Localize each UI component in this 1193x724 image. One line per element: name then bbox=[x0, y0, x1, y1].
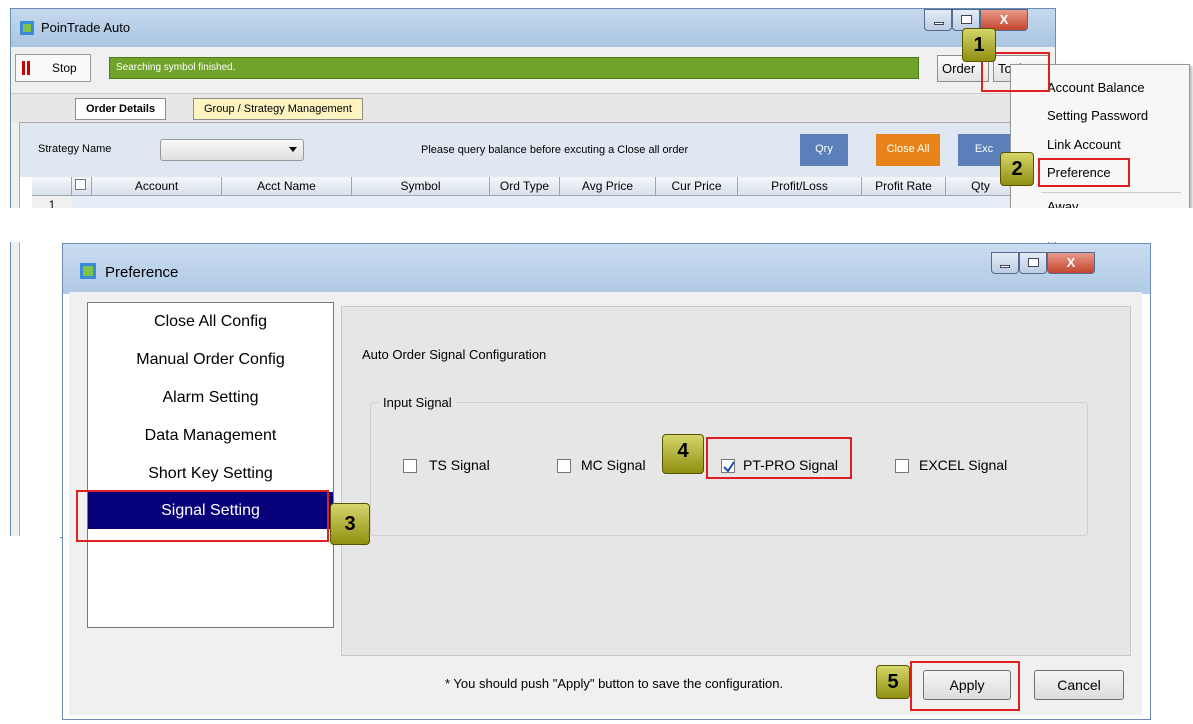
footer-note: * You should push "Apply" button to save… bbox=[445, 676, 784, 691]
cancel-button[interactable]: Cancel bbox=[1034, 670, 1124, 700]
maximize-icon bbox=[961, 15, 972, 24]
close-icon: X bbox=[1066, 255, 1076, 270]
stop-button[interactable]: Stop bbox=[15, 54, 91, 82]
highlight-apply bbox=[910, 661, 1020, 711]
preference-titlebar: Preference X bbox=[63, 244, 1150, 294]
menu-divider bbox=[1041, 192, 1181, 193]
step-badge-1: 1 bbox=[962, 28, 996, 62]
pref-minimize-button[interactable] bbox=[991, 252, 1019, 274]
stop-label: Stop bbox=[52, 61, 77, 75]
main-titlebar: PoinTrade Auto X bbox=[11, 9, 1055, 47]
preference-menu: Close All Config Manual Order Config Ala… bbox=[87, 302, 334, 628]
pref-item-alarm-setting[interactable]: Alarm Setting bbox=[88, 379, 333, 416]
query-message: Please query balance before excuting a C… bbox=[421, 144, 689, 156]
grid-header: Account Acct Name Symbol Ord Type Avg Pr… bbox=[32, 177, 1032, 196]
strategy-select[interactable] bbox=[160, 139, 304, 161]
tab-group-strategy[interactable]: Group / Strategy Management bbox=[193, 98, 363, 120]
pref-item-close-all-config[interactable]: Close All Config bbox=[88, 303, 333, 340]
strategy-name-label: Strategy Name bbox=[38, 143, 112, 155]
status-message: Searching symbol finished. bbox=[109, 57, 919, 79]
col-avg-price[interactable]: Avg Price bbox=[560, 177, 656, 196]
select-all-checkbox[interactable] bbox=[72, 177, 92, 196]
query-bar: Strategy Name Please query balance befor… bbox=[20, 123, 1048, 177]
col-cur-price[interactable]: Cur Price bbox=[656, 177, 738, 196]
step-badge-4: 4 bbox=[662, 434, 704, 474]
minimize-icon bbox=[934, 22, 944, 25]
main-tabs: Order Details Group / Strategy Managemen… bbox=[11, 94, 1055, 122]
backdrop-band bbox=[0, 208, 1193, 242]
pause-icon bbox=[22, 61, 25, 75]
qry-button[interactable]: Qry bbox=[800, 134, 848, 166]
step-badge-5: 5 bbox=[876, 665, 910, 699]
col-acct-name[interactable]: Acct Name bbox=[222, 177, 352, 196]
preference-title: Preference bbox=[105, 264, 179, 281]
section-title: Auto Order Signal Configuration bbox=[362, 347, 547, 362]
highlight-preference bbox=[1038, 158, 1130, 187]
pref-item-data-management[interactable]: Data Management bbox=[88, 417, 333, 454]
col-account[interactable]: Account bbox=[92, 177, 222, 196]
left-white-band bbox=[0, 536, 60, 724]
menu-item-link-account[interactable]: Link Account bbox=[1047, 134, 1121, 156]
step-badge-2: 2 bbox=[1000, 152, 1034, 186]
maximize-icon bbox=[1028, 258, 1039, 267]
ts-signal-label: TS Signal bbox=[429, 457, 490, 473]
signal-setting-panel: Auto Order Signal Configuration Input Si… bbox=[341, 306, 1131, 656]
minimize-button[interactable] bbox=[924, 9, 952, 31]
app-logo-icon bbox=[19, 20, 35, 36]
app-logo-icon bbox=[79, 262, 97, 280]
menu-item-setting-password[interactable]: Setting Password bbox=[1047, 105, 1148, 127]
mc-signal-label: MC Signal bbox=[581, 457, 646, 473]
tab-order-details[interactable]: Order Details bbox=[75, 98, 167, 120]
col-profit-rate[interactable]: Profit Rate bbox=[862, 177, 946, 196]
highlight-pt-pro bbox=[706, 437, 852, 479]
pref-close-button[interactable]: X bbox=[1047, 252, 1095, 274]
pref-item-manual-order-config[interactable]: Manual Order Config bbox=[88, 341, 333, 378]
pref-maximize-button[interactable] bbox=[1019, 252, 1047, 274]
highlight-signal-setting bbox=[76, 490, 329, 542]
step-badge-3: 3 bbox=[330, 503, 370, 545]
menu-item-account-balance[interactable]: Account Balance bbox=[1047, 77, 1145, 99]
close-icon: X bbox=[999, 12, 1009, 27]
main-toolbar: Stop Searching symbol finished. Order To… bbox=[11, 47, 1055, 94]
app-title: PoinTrade Auto bbox=[41, 20, 131, 35]
chevron-down-icon bbox=[289, 147, 297, 152]
group-title: Input Signal bbox=[379, 395, 456, 410]
pref-item-short-key-setting[interactable]: Short Key Setting bbox=[88, 455, 333, 492]
col-symbol[interactable]: Symbol bbox=[352, 177, 490, 196]
col-ord-type[interactable]: Ord Type bbox=[490, 177, 560, 196]
excel-signal-label: EXCEL Signal bbox=[919, 457, 1008, 473]
col-profit-loss[interactable]: Profit/Loss bbox=[738, 177, 862, 196]
minimize-icon bbox=[1000, 265, 1010, 268]
preference-dialog: Preference X Close All Config Manual Ord… bbox=[62, 243, 1151, 720]
close-all-button[interactable]: Close All bbox=[876, 134, 940, 166]
